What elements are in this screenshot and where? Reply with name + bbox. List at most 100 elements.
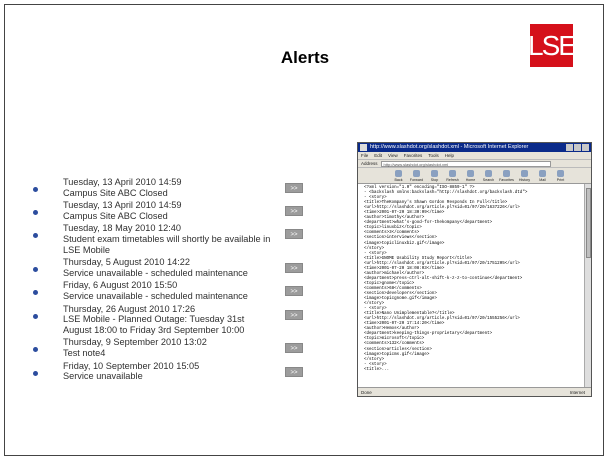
toolbar-button[interactable]: Home	[462, 170, 479, 183]
toolbar-button[interactable]: Mail	[534, 170, 551, 183]
toolbar-icon	[521, 170, 528, 177]
toolbar-label: Mail	[539, 178, 546, 182]
alert-item: Thursday, 26 August 2010 17:26 LSE Mobile…	[33, 304, 323, 336]
ie-icon	[360, 144, 367, 151]
alert-text: Friday, 6 August 2010 15:50 Service unava…	[63, 280, 273, 301]
alert-date: Tuesday, 13 April 2010 14:59	[63, 200, 182, 211]
toolbar-label: Forward	[409, 178, 424, 182]
address-label: Address	[361, 160, 378, 166]
toolbar-label: Favorites	[499, 178, 514, 182]
toolbar-icon	[395, 170, 402, 177]
open-alert-button[interactable]: >>	[285, 206, 303, 217]
alert-message: LSE Mobile - Planned Outage: Tuesday 31s…	[63, 314, 245, 335]
alert-message: Student exam timetables will shortly be …	[63, 233, 271, 255]
open-alert-button[interactable]: >>	[285, 229, 303, 240]
toolbar-button[interactable]: Print	[552, 170, 569, 183]
page-title: Alerts	[280, 48, 330, 67]
alert-text: Friday, 10 September 2010 15:05 Service u…	[63, 361, 273, 382]
alerts-list: Tuesday, 13 April 2010 14:59 Campus Site …	[33, 177, 323, 384]
alert-item: Tuesday, 18 May 2010 12:40 Student exam t…	[33, 223, 323, 255]
menu-item[interactable]: File	[361, 153, 368, 158]
status-bar: Done Internet	[358, 387, 591, 396]
close-icon[interactable]	[582, 144, 589, 151]
maximize-icon[interactable]	[574, 144, 581, 151]
browser-titlebar: http://www.slashdot.org/slashdot.xml - M…	[358, 143, 591, 152]
toolbar-icon	[539, 170, 546, 177]
status-text: Done	[361, 390, 372, 395]
menu-item[interactable]: Help	[445, 153, 454, 158]
toolbar-button[interactable]: Back	[390, 170, 407, 183]
open-alert-button[interactable]: >>	[285, 286, 303, 297]
browser-title: http://www.slashdot.org/slashdot.xml - M…	[370, 144, 529, 150]
open-alert-button[interactable]: >>	[285, 309, 303, 320]
alert-item: Thursday, 9 September 2010 13:02 Test not…	[33, 337, 323, 358]
open-alert-button[interactable]: >>	[285, 366, 303, 377]
status-zone: Internet	[569, 390, 585, 395]
alert-date: Thursday, 9 September 2010 13:02	[63, 337, 207, 348]
bullet-icon	[33, 187, 38, 192]
alert-text: Thursday, 26 August 2010 17:26 LSE Mobile…	[63, 304, 273, 336]
alert-date: Thursday, 26 August 2010 17:26	[63, 303, 196, 314]
alert-text: Thursday, 9 September 2010 13:02 Test not…	[63, 337, 273, 358]
toolbar-button[interactable]: Refresh	[444, 170, 461, 183]
alert-item: Friday, 6 August 2010 15:50 Service unava…	[33, 280, 323, 301]
alert-message: Service unavailable - scheduled maintena…	[63, 290, 248, 301]
address-input[interactable]: http://www.slashdot.org/slashdot.xml	[380, 160, 551, 167]
menu-item[interactable]: View	[388, 153, 398, 158]
bullet-icon	[33, 210, 38, 216]
browser-toolbar: Back Forward Stop Refresh Home Search Favorite…	[358, 167, 591, 184]
toolbar-icon	[413, 170, 420, 177]
minimize-icon[interactable]	[566, 144, 573, 151]
bullet-icon	[33, 233, 38, 239]
toolbar-label: Home	[465, 178, 476, 182]
browser-screenshot: http://www.slashdot.org/slashdot.xml - M…	[357, 142, 592, 397]
toolbar-icon	[431, 170, 438, 177]
open-alert-button[interactable]: >>	[285, 263, 303, 274]
bullet-icon	[33, 267, 38, 273]
alert-text: Tuesday, 18 May 2010 12:40 Student exam t…	[63, 223, 273, 255]
toolbar-icon	[485, 170, 492, 177]
alert-text: Tuesday, 13 April 2010 14:59 Campus Site …	[63, 177, 273, 198]
alert-item: Tuesday, 13 April 2010 14:59 Campus Site …	[33, 177, 323, 198]
alert-item: Friday, 10 September 2010 15:05 Service u…	[33, 361, 323, 382]
menu-item[interactable]: Tools	[428, 153, 439, 158]
menu-item[interactable]: Favorites	[404, 153, 423, 158]
alert-message: Campus Site ABC Closed	[63, 187, 168, 198]
slide-frame: Alerts LSE Tuesday, 13 April 2010 14:59 C…	[4, 4, 604, 456]
toolbar-label: History	[518, 178, 531, 182]
scrollbar-thumb[interactable]	[586, 188, 591, 258]
address-bar: Address http://www.slashdot.org/slashdot…	[358, 159, 591, 167]
toolbar-button[interactable]: History	[516, 170, 533, 183]
toolbar-label: Back	[394, 178, 403, 182]
alert-message: Campus Site ABC Closed	[63, 210, 168, 221]
toolbar-button[interactable]: Stop	[426, 170, 443, 183]
alert-date: Friday, 10 September 2010 15:05	[63, 360, 200, 371]
toolbar-label: Print	[556, 178, 565, 182]
lse-logo: LSE	[528, 24, 577, 67]
toolbar-button[interactable]: Favorites	[498, 170, 515, 183]
toolbar-icon	[503, 170, 510, 177]
bullet-icon	[33, 347, 38, 353]
toolbar-icon	[449, 170, 456, 177]
toolbar-button[interactable]: Forward	[408, 170, 425, 183]
alert-text: Thursday, 5 August 2010 14:22 Service una…	[63, 257, 273, 278]
bullet-icon	[33, 290, 38, 296]
browser-menubar: File Edit View Favorites Tools Help	[358, 152, 591, 159]
alert-date: Tuesday, 18 May 2010 12:40	[63, 223, 181, 234]
toolbar-label: Stop	[430, 178, 439, 182]
toolbar-icon	[467, 170, 474, 177]
scrollbar[interactable]	[584, 184, 591, 388]
alert-date: Tuesday, 13 April 2010 14:59	[63, 177, 182, 187]
menu-item[interactable]: Edit	[374, 153, 382, 158]
open-alert-button[interactable]: >>	[285, 183, 303, 193]
alert-date: Thursday, 5 August 2010 14:22	[63, 257, 191, 268]
toolbar-icon	[557, 170, 564, 177]
alert-text: Tuesday, 13 April 2010 14:59 Campus Site …	[63, 200, 273, 221]
alert-item: Thursday, 5 August 2010 14:22 Service una…	[33, 257, 323, 278]
toolbar-label: Search	[482, 178, 495, 182]
open-alert-button[interactable]: >>	[285, 343, 303, 354]
alert-item: Tuesday, 13 April 2010 14:59 Campus Site …	[33, 200, 323, 221]
toolbar-button[interactable]: Search	[480, 170, 497, 183]
alert-date: Friday, 6 August 2010 15:50	[63, 280, 178, 291]
alert-message: Service unavailable - scheduled maintena…	[63, 267, 248, 278]
